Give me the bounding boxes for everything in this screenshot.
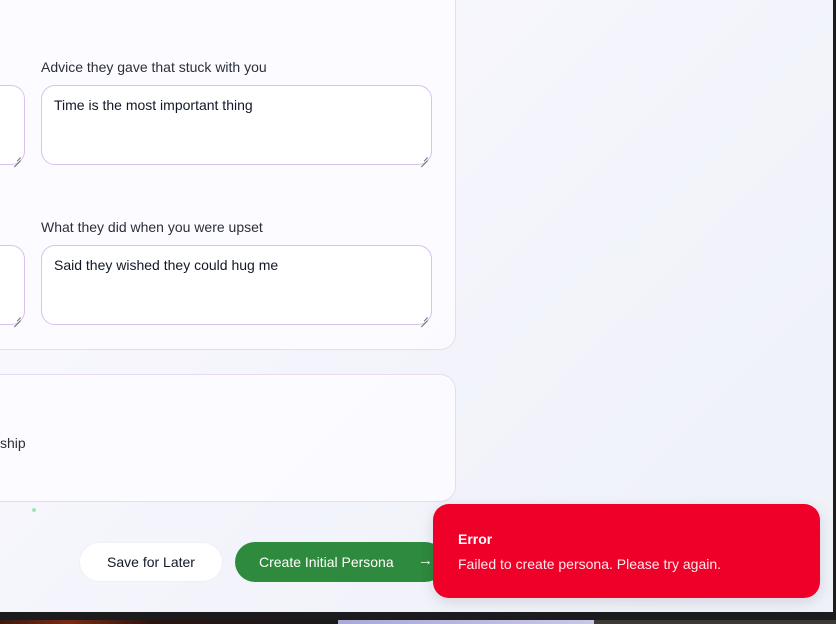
status-dot	[32, 508, 36, 512]
resize-handle[interactable]	[14, 314, 21, 321]
taskbar-thumbnail-3[interactable]	[594, 620, 836, 624]
relationship-card	[0, 374, 456, 502]
save-for-later-button[interactable]: Save for Later	[80, 543, 222, 581]
relationship-option-label[interactable]: ship	[0, 435, 26, 451]
toast-title: Error	[458, 531, 493, 547]
advice-value: Time is the most important thing	[54, 97, 253, 113]
error-toast[interactable]: Error Failed to create persona. Please t…	[433, 504, 820, 598]
resize-handle[interactable]	[421, 314, 428, 321]
advice-textarea[interactable]: Time is the most important thing	[41, 85, 432, 165]
create-persona-label: Create Initial Persona	[259, 554, 394, 570]
taskbar-thumbnail-1[interactable]	[0, 620, 338, 624]
taskbar	[0, 612, 836, 624]
resize-handle[interactable]	[14, 154, 21, 161]
left-textarea-2[interactable]	[0, 245, 25, 325]
upset-label: What they did when you were upset	[41, 219, 263, 235]
arrow-right-icon: →	[418, 552, 433, 569]
taskbar-thumbnail-2[interactable]	[338, 620, 594, 624]
create-persona-button[interactable]: Create Initial Persona →	[235, 542, 445, 582]
upset-textarea[interactable]: Said they wished they could hug me	[41, 245, 432, 325]
resize-handle[interactable]	[421, 154, 428, 161]
left-textarea-1[interactable]	[0, 85, 25, 165]
advice-label: Advice they gave that stuck with you	[41, 59, 267, 75]
toast-message: Failed to create persona. Please try aga…	[458, 556, 722, 572]
upset-value: Said they wished they could hug me	[54, 257, 279, 273]
